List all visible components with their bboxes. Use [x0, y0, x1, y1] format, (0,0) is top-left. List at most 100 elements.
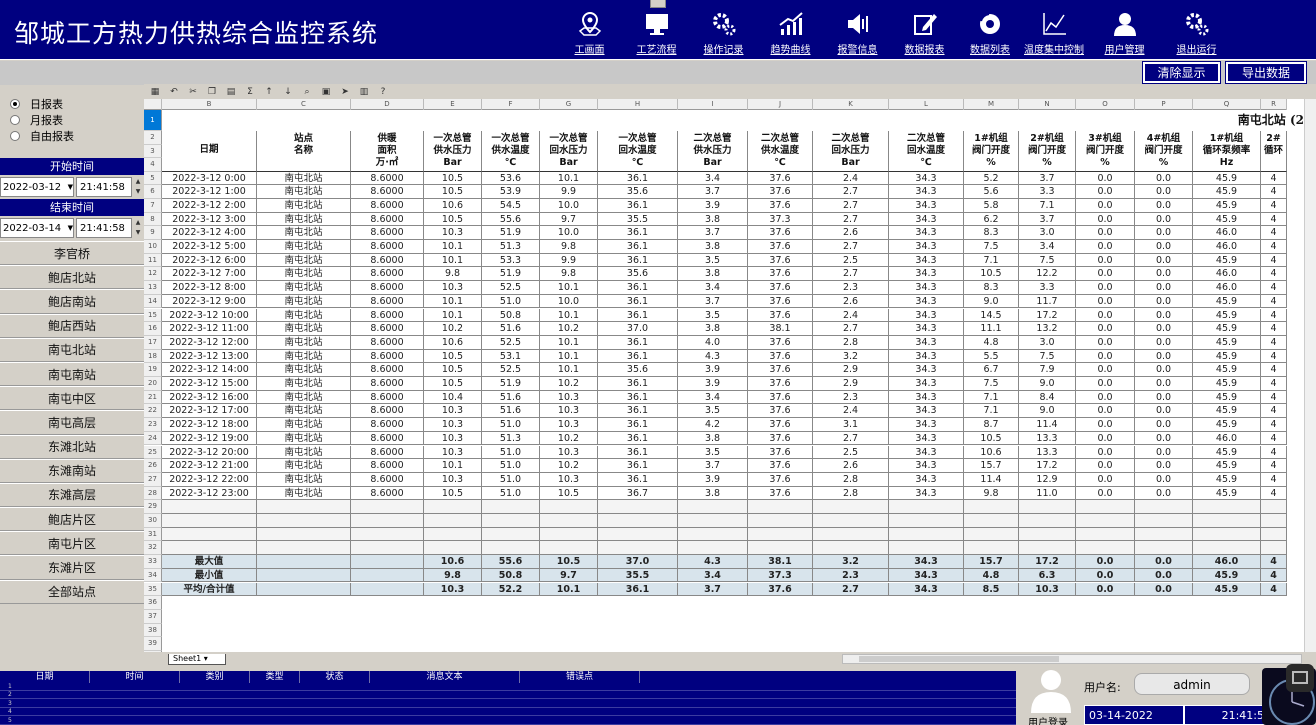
table-cell[interactable]: 37.6: [748, 267, 813, 282]
table-cell[interactable]: 2022-3-12 8:00: [162, 281, 257, 295]
sheet-tab[interactable]: Sheet1 ▾: [168, 654, 226, 665]
table-cell[interactable]: 7.5: [1019, 253, 1076, 268]
table-cell[interactable]: 3.0: [1019, 226, 1076, 240]
column-letter[interactable]: R: [1261, 99, 1287, 110]
table-cell[interactable]: 最大值: [162, 555, 257, 569]
table-cell[interactable]: 0.0: [1076, 267, 1135, 282]
table-cell[interactable]: 4: [1261, 308, 1287, 323]
table-cell[interactable]: 4: [1261, 445, 1287, 460]
horizontal-scrollbar[interactable]: [842, 654, 1302, 664]
table-cell[interactable]: 45.9: [1193, 322, 1261, 336]
table-cell[interactable]: 53.1: [482, 349, 540, 364]
table-cell[interactable]: [1193, 514, 1261, 528]
table-cell[interactable]: [351, 568, 424, 583]
row-number[interactable]: 4: [144, 158, 162, 172]
table-cell[interactable]: 南屯北站: [257, 281, 351, 295]
log-column-header[interactable]: 状态: [300, 671, 370, 683]
table-cell[interactable]: 10.5: [540, 486, 598, 501]
table-cell[interactable]: 2.6: [813, 226, 889, 240]
table-cell[interactable]: 45.9: [1193, 363, 1261, 377]
table-cell[interactable]: 34.3: [889, 253, 964, 268]
table-cell[interactable]: 南屯北站: [257, 431, 351, 446]
column-letter[interactable]: M: [964, 99, 1019, 110]
table-cell[interactable]: 0.0: [1135, 253, 1193, 268]
table-cell[interactable]: [813, 500, 889, 514]
table-cell[interactable]: 53.6: [482, 171, 540, 186]
row-number[interactable]: 23: [144, 418, 162, 432]
row-number[interactable]: 17: [144, 335, 162, 350]
alarm-log-table[interactable]: 日期 时间 类别 类型 状态 消息文本 错误点 12345: [0, 671, 1016, 725]
table-cell[interactable]: 3.8: [678, 212, 748, 227]
table-cell[interactable]: 51.0: [482, 445, 540, 460]
table-cell[interactable]: 10.1: [424, 459, 482, 473]
table-cell[interactable]: 2022-3-12 19:00: [162, 431, 257, 446]
table-cell[interactable]: 4: [1261, 459, 1287, 473]
table-cell[interactable]: 2.4: [813, 171, 889, 186]
table-cell[interactable]: 11.4: [1019, 418, 1076, 432]
table-cell[interactable]: 4: [1261, 267, 1287, 282]
row-number[interactable]: 5: [144, 171, 162, 186]
table-cell[interactable]: 3.8: [678, 267, 748, 282]
table-cell[interactable]: 3.9: [678, 472, 748, 487]
row-number[interactable]: 39: [144, 637, 162, 651]
table-cell[interactable]: 35.6: [598, 363, 678, 377]
table-cell[interactable]: [1076, 500, 1135, 514]
table-cell[interactable]: 南屯北站: [257, 363, 351, 377]
table-cell[interactable]: 36.1: [598, 445, 678, 460]
table-cell[interactable]: 3.5: [678, 404, 748, 419]
log-row[interactable]: 3: [0, 700, 1016, 708]
table-cell[interactable]: 37.6: [748, 363, 813, 377]
table-cell[interactable]: 45.9: [1193, 335, 1261, 350]
table-cell[interactable]: 36.1: [598, 198, 678, 213]
table-cell[interactable]: [889, 527, 964, 542]
table-cell[interactable]: 34.3: [889, 308, 964, 323]
table-cell[interactable]: [813, 541, 889, 556]
table-cell[interactable]: 0.0: [1135, 212, 1193, 227]
table-cell[interactable]: [482, 514, 540, 528]
table-cell[interactable]: 0.0: [1076, 308, 1135, 323]
table-cell[interactable]: [257, 527, 351, 542]
table-cell[interactable]: 8.6000: [351, 226, 424, 240]
table-cell[interactable]: [1076, 514, 1135, 528]
table-cell[interactable]: 8.6000: [351, 418, 424, 432]
table-cell[interactable]: 46.0: [1193, 226, 1261, 240]
table-cell[interactable]: 36.1: [598, 418, 678, 432]
table-cell[interactable]: 2022-3-12 15:00: [162, 377, 257, 391]
table-cell[interactable]: 51.3: [482, 240, 540, 254]
table-cell[interactable]: 50.8: [482, 568, 540, 583]
table-cell[interactable]: 10.3: [424, 281, 482, 295]
table-cell[interactable]: 36.1: [598, 377, 678, 391]
table-cell[interactable]: 最小值: [162, 568, 257, 583]
table-cell[interactable]: 0.0: [1076, 335, 1135, 350]
table-cell[interactable]: 34.3: [889, 472, 964, 487]
table-cell[interactable]: 2022-3-12 3:00: [162, 212, 257, 227]
table-cell[interactable]: 4: [1261, 294, 1287, 309]
column-letter[interactable]: J: [748, 99, 813, 110]
report-type-option[interactable]: 月报表: [10, 112, 63, 128]
log-column-header[interactable]: 日期: [0, 671, 90, 683]
table-cell[interactable]: 45.9: [1193, 472, 1261, 487]
table-cell[interactable]: 45.9: [1193, 486, 1261, 501]
table-cell[interactable]: 10.1: [540, 171, 598, 186]
table-cell[interactable]: 10.1: [540, 335, 598, 350]
table-cell[interactable]: 8.6000: [351, 267, 424, 282]
table-cell[interactable]: 17.2: [1019, 308, 1076, 323]
table-cell[interactable]: 南屯北站: [257, 322, 351, 336]
table-cell[interactable]: 7.1: [964, 253, 1019, 268]
table-cell[interactable]: 11.4: [964, 472, 1019, 487]
table-cell[interactable]: [1019, 541, 1076, 556]
log-column-header[interactable]: 类型: [250, 671, 300, 683]
table-cell[interactable]: 4: [1261, 363, 1287, 377]
table-cell[interactable]: 0.0: [1076, 472, 1135, 487]
table-cell[interactable]: [257, 555, 351, 569]
table-cell[interactable]: 37.6: [748, 240, 813, 254]
table-cell[interactable]: 0.0: [1135, 322, 1193, 336]
table-cell[interactable]: 3.7: [678, 582, 748, 597]
table-cell[interactable]: 8.6000: [351, 294, 424, 309]
export-icon[interactable]: ➤: [338, 86, 352, 98]
table-cell[interactable]: 3.1: [813, 418, 889, 432]
table-cell[interactable]: 2.3: [813, 281, 889, 295]
table-cell[interactable]: 53.9: [482, 185, 540, 199]
start-time-field[interactable]: 21:41:58: [76, 177, 132, 197]
table-cell[interactable]: 4: [1261, 335, 1287, 350]
